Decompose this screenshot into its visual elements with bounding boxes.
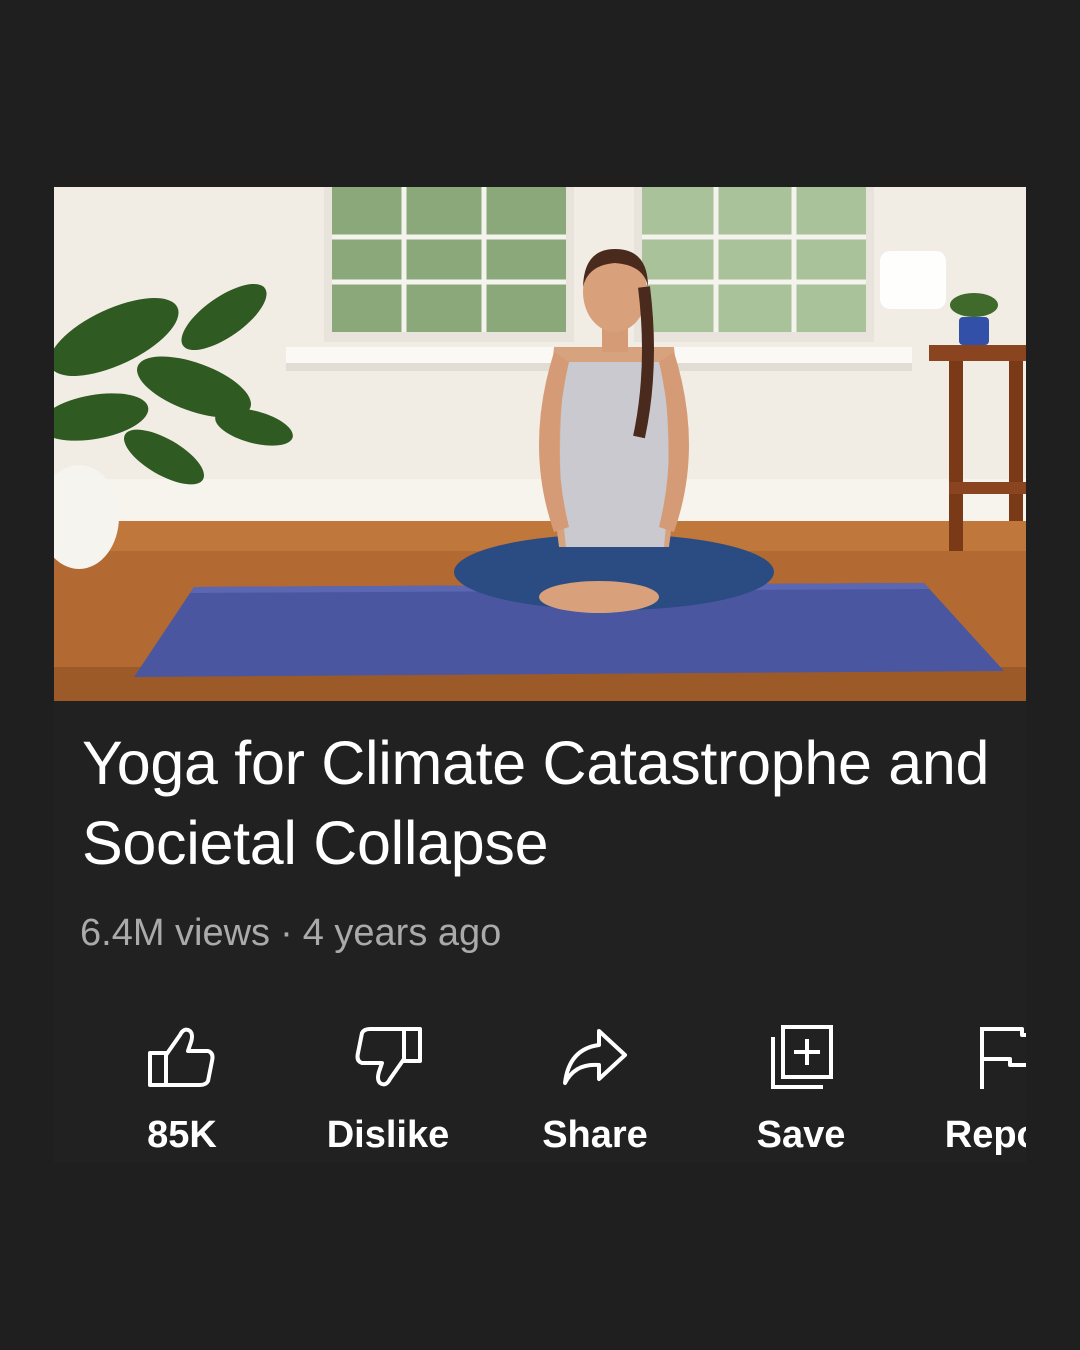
meta-separator: ·: [280, 912, 293, 954]
dislike-button[interactable]: Dislike: [293, 1013, 483, 1163]
like-button[interactable]: 85K: [87, 1013, 277, 1163]
like-count: 85K: [147, 1114, 217, 1156]
video-metadata: 6.4M views · 4 years ago: [80, 909, 501, 957]
action-bar: 85K Dislike Share Save Rep: [54, 1013, 1026, 1163]
video-title[interactable]: Yoga for Climate Catastrophe and Societa…: [82, 723, 1002, 883]
view-count: 6.4M views: [80, 912, 271, 954]
video-card: Yoga for Climate Catastrophe and Societa…: [54, 187, 1026, 1163]
upload-age: 4 years ago: [302, 912, 502, 954]
dislike-label: Dislike: [326, 1114, 450, 1156]
add-to-playlist-icon: [771, 1025, 833, 1089]
save-label: Save: [756, 1114, 846, 1156]
share-label: Share: [542, 1114, 648, 1156]
share-arrow-icon: [563, 1029, 627, 1085]
video-thumbnail[interactable]: [54, 187, 1026, 701]
report-label: Report: [944, 1114, 1026, 1156]
thumbnail-image: [54, 187, 1026, 701]
thumbs-down-icon: [355, 1027, 422, 1087]
share-button[interactable]: Share: [500, 1013, 690, 1163]
thumbs-up-icon: [148, 1027, 215, 1087]
report-button[interactable]: Report: [911, 1013, 1026, 1163]
flag-icon: [980, 1027, 1026, 1089]
save-button[interactable]: Save: [706, 1013, 896, 1163]
